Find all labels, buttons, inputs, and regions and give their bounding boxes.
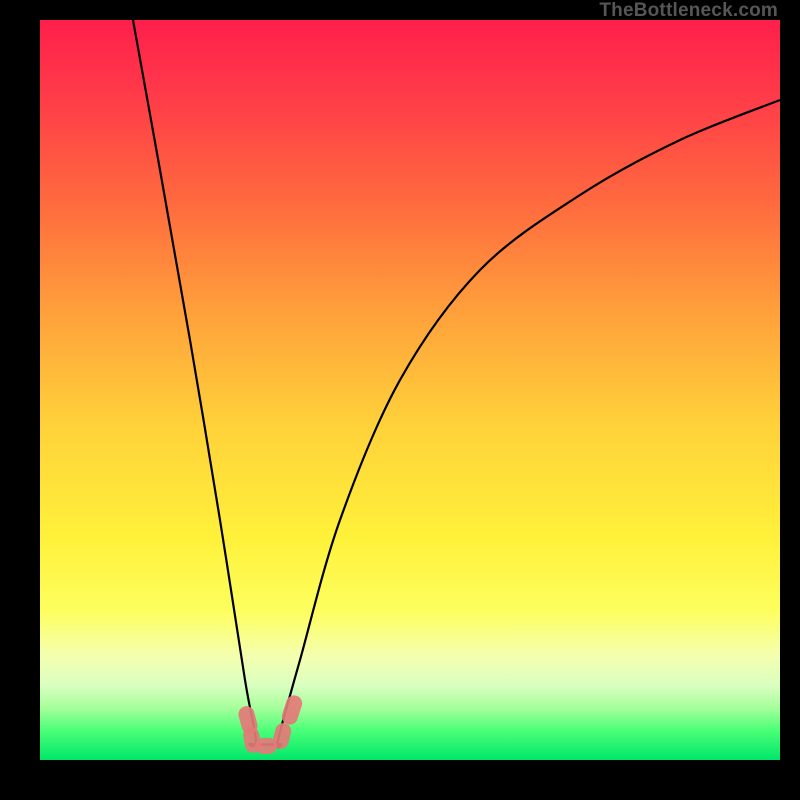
chart-frame <box>40 20 780 760</box>
bottleneck-chart <box>40 20 780 760</box>
gradient-background <box>40 20 780 760</box>
attribution-text: TheBottleneck.com <box>599 0 778 22</box>
